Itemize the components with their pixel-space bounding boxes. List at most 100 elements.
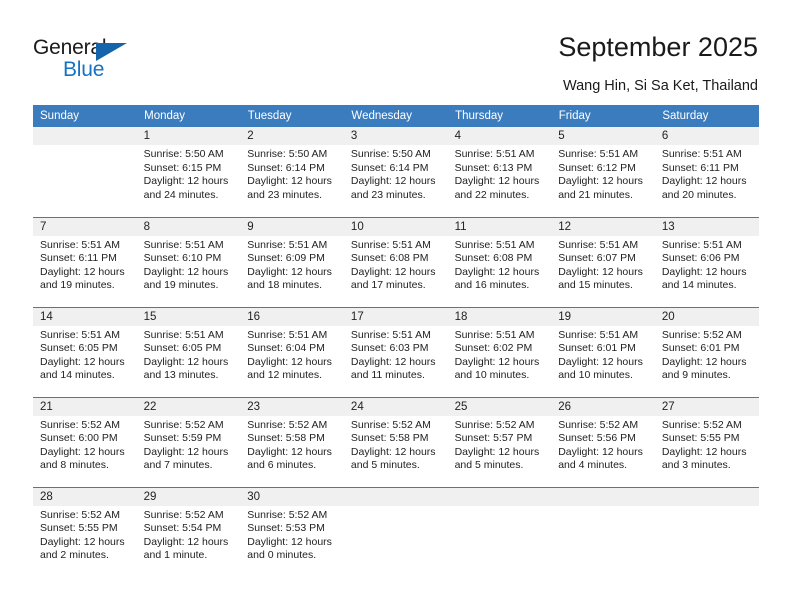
calendar-day-cell[interactable]: 20 Sunrise: 5:52 AM Sunset: 6:01 PM Dayligh… — [654, 306, 759, 397]
calendar-week-row: 21 Sunrise: 5:52 AM Sunset: 6:00 PM Dayligh… — [33, 396, 759, 487]
day-sunrise-line: Sunrise: 5:52 AM — [40, 508, 120, 521]
day-daylight-line: Daylight: 12 hours — [350, 175, 436, 188]
day-daylight-line: Daylight: 12 hours — [247, 355, 332, 368]
calendar-day-cell[interactable]: 3 Sunrise: 5:50 AM Sunset: 6:14 PM Daylight… — [343, 127, 448, 217]
day-sunrise-line: Sunrise: 5:51 AM — [247, 238, 328, 251]
day-sunrise-line: Sunrise: 5:50 AM — [350, 148, 431, 160]
day-daylight-line: and 23 minutes. — [247, 188, 322, 201]
day-number: 11 — [447, 217, 552, 236]
weekday-header-thursday: Thursday — [447, 105, 552, 127]
calendar-day-cell[interactable]: 18 Sunrise: 5:51 AM Sunset: 6:02 PM Dayligh… — [447, 306, 552, 397]
calendar-day-cell[interactable]: 9 Sunrise: 5:51 AM Sunset: 6:09 PM Daylight… — [240, 216, 344, 307]
calendar-day-cell[interactable]: 7 Sunrise: 5:51 AM Sunset: 6:11 PM Daylight… — [33, 216, 137, 307]
calendar-day-cell[interactable]: 4 Sunrise: 5:51 AM Sunset: 6:13 PM Daylight… — [447, 127, 552, 217]
calendar-day-cell[interactable]: 30 Sunrise: 5:52 AM Sunset: 5:53 PM Dayligh… — [240, 486, 344, 577]
calendar-day-cell[interactable]: 13 Sunrise: 5:51 AM Sunset: 6:06 PM Dayligh… — [654, 216, 759, 307]
day-number: 1 — [136, 127, 241, 145]
calendar-day-cell[interactable]: 2 Sunrise: 5:50 AM Sunset: 6:14 PM Daylight… — [240, 127, 344, 217]
day-sun-info: Sunrise: 5:51 AM Sunset: 6:02 PM Daylight:… — [448, 326, 552, 383]
day-sun-info: Sunrise: 5:51 AM Sunset: 6:10 PM Daylight:… — [137, 236, 241, 293]
day-number: 14 — [33, 307, 137, 326]
day-daylight-line: and 19 minutes. — [40, 279, 115, 292]
day-number: 24 — [343, 397, 448, 416]
calendar-week-row: 28 Sunrise: 5:52 AM Sunset: 5:55 PM Dayligh… — [33, 486, 759, 577]
calendar-day-cell[interactable]: 22 Sunrise: 5:52 AM Sunset: 5:59 PM Dayligh… — [136, 396, 241, 487]
day-sun-info: Sunrise: 5:52 AM Sunset: 5:53 PM Daylight:… — [240, 506, 344, 563]
calendar-day-cell[interactable]: 17 Sunrise: 5:51 AM Sunset: 6:03 PM Dayligh… — [343, 306, 448, 397]
day-sunset-line: Sunset: 6:08 PM — [350, 252, 429, 265]
calendar-day-cell[interactable]: 16 Sunrise: 5:51 AM Sunset: 6:04 PM Dayligh… — [240, 306, 344, 397]
calendar-day-cell[interactable]: 11 Sunrise: 5:51 AM Sunset: 6:08 PM Dayligh… — [447, 216, 552, 307]
day-sun-info: Sunrise: 5:52 AM Sunset: 6:00 PM Daylight:… — [33, 416, 137, 473]
calendar-day-cell[interactable]: 8 Sunrise: 5:51 AM Sunset: 6:10 PM Daylight… — [136, 216, 241, 307]
day-sun-info: Sunrise: 5:50 AM Sunset: 6:14 PM Daylight:… — [344, 145, 448, 202]
day-daylight-line: and 16 minutes. — [454, 279, 530, 292]
calendar-day-cell-empty — [551, 486, 655, 577]
day-daylight-line: Daylight: 12 hours — [247, 445, 332, 458]
day-sunset-line: Sunset: 6:13 PM — [454, 161, 533, 174]
calendar-day-cell[interactable]: 28 Sunrise: 5:52 AM Sunset: 5:55 PM Dayligh… — [33, 486, 137, 577]
day-sun-info: Sunrise: 5:52 AM Sunset: 5:55 PM Daylight:… — [655, 416, 759, 473]
calendar-day-cell[interactable]: 15 Sunrise: 5:51 AM Sunset: 6:05 PM Dayligh… — [136, 306, 241, 397]
day-sunset-line: Sunset: 5:58 PM — [247, 432, 325, 445]
day-sunrise-line: Sunrise: 5:52 AM — [247, 418, 328, 431]
calendar-day-cell[interactable]: 19 Sunrise: 5:51 AM Sunset: 6:01 PM Dayligh… — [551, 306, 655, 397]
page-subtitle: Wang Hin, Si Sa Ket, Thailand — [562, 78, 758, 94]
day-number — [343, 487, 448, 506]
day-sunset-line: Sunset: 6:07 PM — [558, 252, 636, 265]
calendar-day-cell[interactable]: 24 Sunrise: 5:52 AM Sunset: 5:58 PM Dayligh… — [343, 396, 448, 487]
day-sunrise-line: Sunrise: 5:51 AM — [661, 148, 742, 160]
day-sunrise-line: Sunrise: 5:51 AM — [350, 238, 431, 251]
day-sunrise-line: Sunrise: 5:52 AM — [661, 328, 742, 341]
day-sun-info: Sunrise: 5:51 AM Sunset: 6:06 PM Daylight:… — [655, 236, 759, 293]
calendar-day-cell[interactable]: 12 Sunrise: 5:51 AM Sunset: 6:07 PM Dayligh… — [551, 216, 655, 307]
calendar-day-cell[interactable]: 10 Sunrise: 5:51 AM Sunset: 6:08 PM Dayligh… — [343, 216, 448, 307]
day-sun-info: Sunrise: 5:51 AM Sunset: 6:08 PM Daylight:… — [344, 236, 448, 293]
day-sunset-line: Sunset: 5:53 PM — [247, 522, 325, 535]
calendar-day-cell[interactable]: 14 Sunrise: 5:51 AM Sunset: 6:05 PM Dayligh… — [33, 306, 137, 397]
day-number: 3 — [343, 127, 448, 145]
calendar-day-cell[interactable]: 26 Sunrise: 5:52 AM Sunset: 5:56 PM Dayligh… — [551, 396, 655, 487]
calendar-day-cell[interactable]: 1 Sunrise: 5:50 AM Sunset: 6:15 PM Daylight… — [136, 127, 241, 217]
day-sunset-line: Sunset: 6:04 PM — [247, 342, 325, 355]
calendar-day-cell[interactable]: 6 Sunrise: 5:51 AM Sunset: 6:11 PM Daylight… — [654, 127, 759, 217]
day-number: 19 — [551, 307, 655, 326]
day-sunrise-line: Sunrise: 5:52 AM — [40, 418, 120, 431]
day-sunset-line: Sunset: 6:10 PM — [143, 252, 222, 265]
calendar-day-cell[interactable]: 29 Sunrise: 5:52 AM Sunset: 5:54 PM Dayligh… — [136, 486, 241, 577]
calendar-week-row: 1 Sunrise: 5:50 AM Sunset: 6:15 PM Daylight… — [33, 127, 759, 217]
day-number: 16 — [240, 307, 344, 326]
day-number: 5 — [551, 127, 655, 145]
day-daylight-line: and 18 minutes. — [247, 279, 322, 292]
calendar-day-cell[interactable]: 27 Sunrise: 5:52 AM Sunset: 5:55 PM Dayligh… — [654, 396, 759, 487]
day-sunset-line: Sunset: 5:55 PM — [661, 432, 740, 445]
calendar-header-row: Sunday Monday Tuesday Wednesday Thursday Frid… — [33, 105, 759, 127]
day-daylight-line: and 0 minutes. — [247, 549, 317, 562]
day-sunrise-line: Sunrise: 5:52 AM — [661, 418, 742, 431]
day-daylight-line: Daylight: 12 hours — [350, 355, 436, 368]
day-sunrise-line: Sunrise: 5:50 AM — [143, 148, 224, 160]
day-number: 9 — [240, 217, 344, 236]
day-sunrise-line: Sunrise: 5:52 AM — [247, 508, 328, 521]
day-daylight-line: Daylight: 12 hours — [40, 535, 125, 548]
day-sunset-line: Sunset: 6:02 PM — [454, 342, 533, 355]
day-number: 17 — [343, 307, 448, 326]
day-sunrise-line: Sunrise: 5:51 AM — [40, 238, 120, 251]
day-daylight-line: Daylight: 12 hours — [143, 175, 229, 188]
calendar-day-cell[interactable]: 25 Sunrise: 5:52 AM Sunset: 5:57 PM Dayligh… — [447, 396, 552, 487]
calendar-day-cell[interactable]: 5 Sunrise: 5:51 AM Sunset: 6:12 PM Daylight… — [551, 127, 655, 217]
calendar-day-cell[interactable]: 23 Sunrise: 5:52 AM Sunset: 5:58 PM Dayligh… — [240, 396, 344, 487]
day-sunset-line: Sunset: 6:12 PM — [558, 161, 636, 174]
day-daylight-line: and 21 minutes. — [558, 188, 633, 201]
day-number: 22 — [136, 397, 241, 416]
day-number: 18 — [447, 307, 552, 326]
day-sunset-line: Sunset: 5:55 PM — [40, 522, 118, 535]
weekday-header-monday: Monday — [136, 105, 241, 127]
day-sunrise-line: Sunrise: 5:51 AM — [247, 328, 328, 341]
day-sunset-line: Sunset: 6:14 PM — [350, 161, 429, 174]
day-sunset-line: Sunset: 6:15 PM — [143, 161, 222, 174]
calendar-day-cell[interactable]: 21 Sunrise: 5:52 AM Sunset: 6:00 PM Dayligh… — [33, 396, 137, 487]
day-sun-info: Sunrise: 5:52 AM Sunset: 5:57 PM Daylight:… — [448, 416, 552, 473]
day-number — [551, 487, 655, 506]
page-header: General Blue September 2025 Wang Hin, Si… — [0, 0, 792, 100]
